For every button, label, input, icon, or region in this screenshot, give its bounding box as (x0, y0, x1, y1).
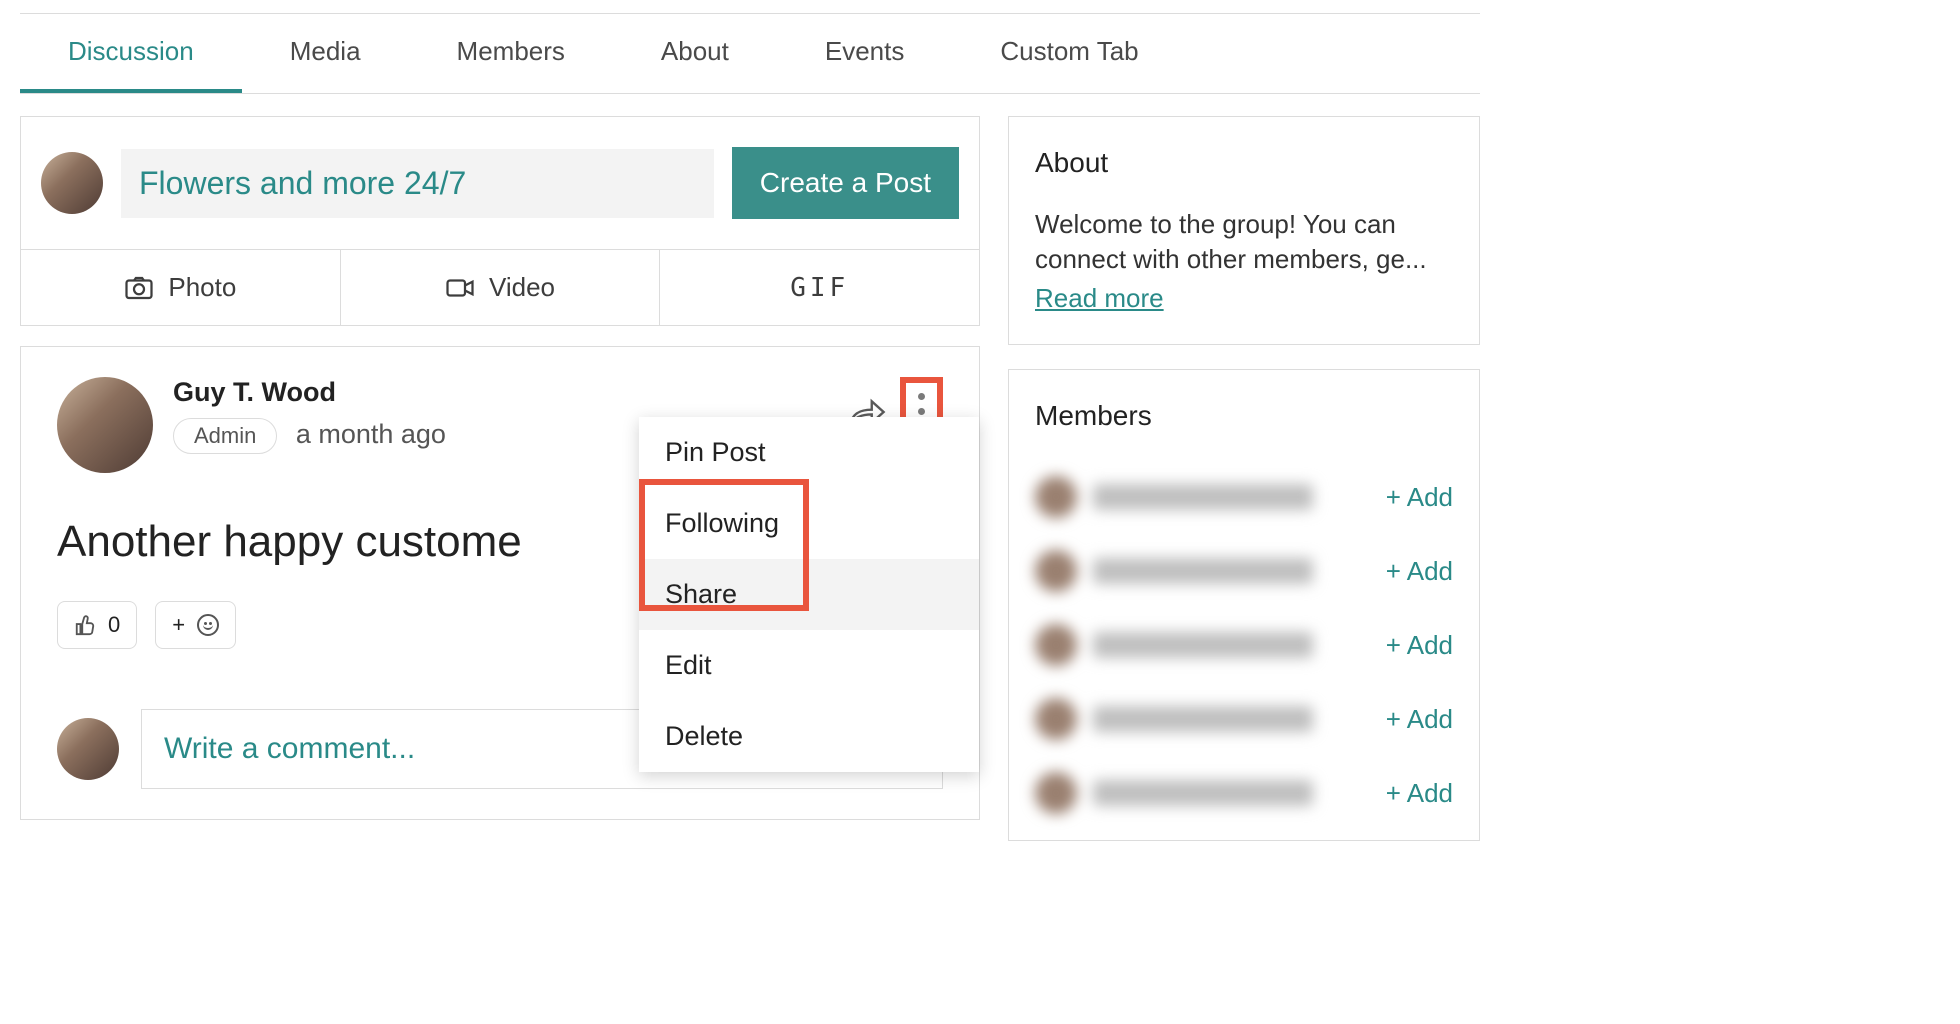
member-info (1035, 550, 1313, 592)
tab-members[interactable]: Members (409, 14, 613, 93)
like-count: 0 (108, 612, 120, 638)
like-button[interactable]: 0 (57, 601, 137, 649)
member-avatar (1035, 476, 1077, 518)
member-name (1093, 632, 1313, 658)
create-post-button[interactable]: Create a Post (732, 147, 959, 219)
read-more-link[interactable]: Read more (1035, 283, 1164, 314)
admin-badge: Admin (173, 418, 277, 454)
add-member-link[interactable]: + Add (1386, 556, 1453, 587)
members-box: Members + Add + Add + Add + Add + Add (1008, 369, 1480, 841)
thumb-up-icon (74, 614, 96, 636)
post-card: Guy T. Wood Admin a month ago (20, 346, 980, 820)
composer-video-label: Video (489, 272, 555, 303)
post-actions-menu: Pin Post Following Share Edit Delete (639, 417, 979, 772)
member-avatar (1035, 698, 1077, 740)
composer-video-button[interactable]: Video (341, 250, 661, 325)
tab-events[interactable]: Events (777, 14, 953, 93)
member-info (1035, 624, 1313, 666)
post-author-name[interactable]: Guy T. Wood (173, 377, 446, 408)
video-icon (445, 273, 475, 303)
add-member-link[interactable]: + Add (1386, 778, 1453, 809)
tabs-bar: Discussion Media Members About Events Cu… (20, 14, 1480, 94)
member-avatar (1035, 550, 1077, 592)
add-member-link[interactable]: + Add (1386, 630, 1453, 661)
tab-about[interactable]: About (613, 14, 777, 93)
post-timestamp: a month ago (296, 419, 446, 449)
member-name (1093, 780, 1313, 806)
member-name (1093, 706, 1313, 732)
member-row: + Add (1035, 682, 1453, 756)
member-row: + Add (1035, 534, 1453, 608)
menu-following[interactable]: Following (639, 488, 979, 559)
tab-media[interactable]: Media (242, 14, 409, 93)
tab-custom[interactable]: Custom Tab (952, 14, 1186, 93)
menu-pin-post[interactable]: Pin Post (639, 417, 979, 488)
smiley-icon (197, 614, 219, 636)
member-row: + Add (1035, 608, 1453, 682)
add-member-link[interactable]: + Add (1386, 704, 1453, 735)
add-reaction-button[interactable]: + (155, 601, 236, 649)
member-avatar (1035, 772, 1077, 814)
add-member-link[interactable]: + Add (1386, 482, 1453, 513)
about-title: About (1035, 147, 1453, 179)
post-author-avatar[interactable] (57, 377, 153, 473)
composer-photo-button[interactable]: Photo (21, 250, 341, 325)
member-row: + Add (1035, 460, 1453, 534)
member-name (1093, 484, 1313, 510)
composer-input[interactable] (121, 149, 714, 218)
menu-edit[interactable]: Edit (639, 630, 979, 701)
about-box: About Welcome to the group! You can conn… (1008, 116, 1480, 345)
members-title: Members (1035, 400, 1453, 432)
commenter-avatar (57, 718, 119, 780)
members-list: + Add + Add + Add + Add + Add (1035, 460, 1453, 830)
composer-avatar (41, 152, 103, 214)
composer-gif-button[interactable]: GIF (660, 250, 979, 325)
plus-label: + (172, 612, 185, 638)
member-info (1035, 698, 1313, 740)
post-composer: Create a Post Photo Video GIF (20, 116, 980, 326)
member-info (1035, 772, 1313, 814)
member-avatar (1035, 624, 1077, 666)
about-text: Welcome to the group! You can connect wi… (1035, 207, 1453, 277)
menu-share[interactable]: Share (639, 559, 979, 630)
member-name (1093, 558, 1313, 584)
composer-photo-label: Photo (168, 272, 236, 303)
menu-delete[interactable]: Delete (639, 701, 979, 772)
camera-icon (124, 273, 154, 303)
member-info (1035, 476, 1313, 518)
tab-discussion[interactable]: Discussion (20, 14, 242, 93)
member-row: + Add (1035, 756, 1453, 830)
gif-icon: GIF (790, 273, 849, 303)
